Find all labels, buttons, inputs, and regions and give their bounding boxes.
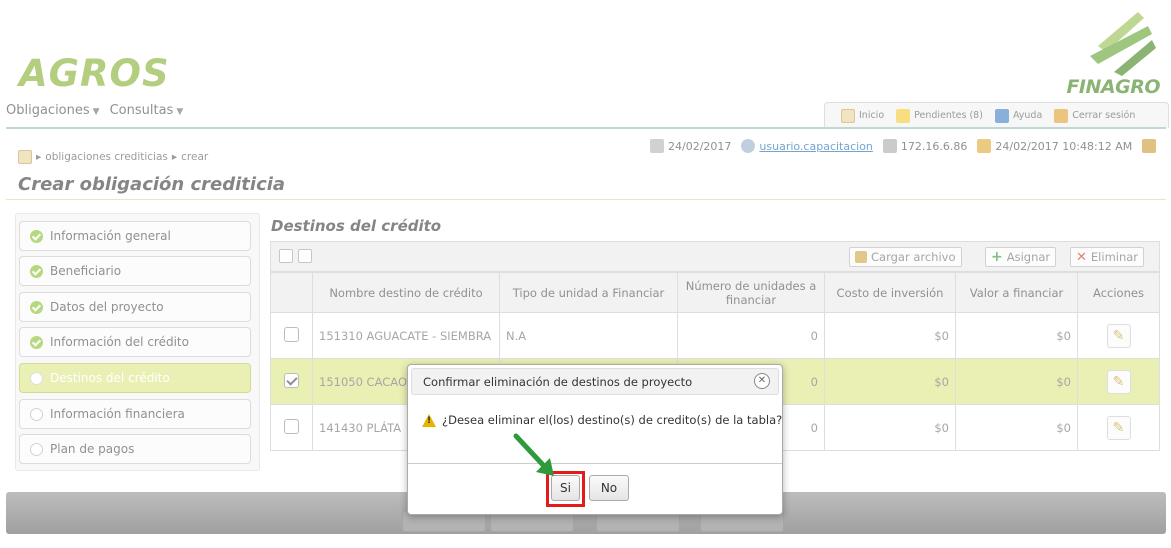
confirm-dialog: Confirmar eliminación de destinos de pro… — [407, 364, 783, 515]
dialog-header: Confirmar eliminación de destinos de pro… — [411, 368, 779, 395]
dialog-title: Confirmar eliminación de destinos de pro… — [423, 374, 693, 389]
close-icon[interactable]: ✕ — [754, 373, 770, 389]
no-button[interactable]: No — [589, 475, 629, 501]
dialog-message: ¿Desea eliminar el(los) destino(s) de cr… — [442, 413, 783, 427]
dialog-body: ¿Desea eliminar el(los) destino(s) de cr… — [422, 413, 782, 427]
dialog-divider — [408, 463, 782, 464]
annotation-arrow-icon — [513, 433, 554, 476]
warning-icon — [422, 413, 436, 427]
